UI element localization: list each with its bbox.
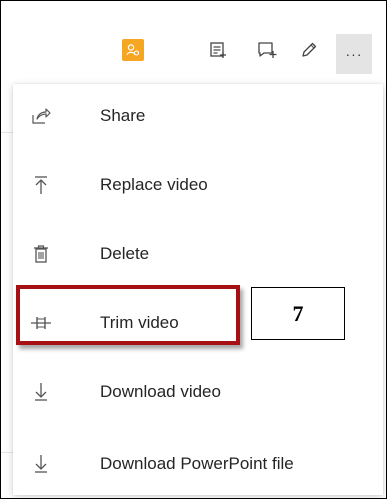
menu-item-download-powerpoint[interactable]: Download PowerPoint file	[13, 434, 383, 494]
menu-item-label: Download video	[100, 382, 221, 401]
trim-video-highlight	[16, 285, 240, 345]
menu-item-delete[interactable]: Delete	[13, 224, 383, 284]
menu-item-label: Replace video	[100, 175, 208, 194]
download-icon	[27, 378, 55, 406]
menu-item-replace-video[interactable]: Replace video	[13, 155, 383, 215]
comment-add-icon[interactable]	[252, 35, 282, 65]
screenshot-frame: ··· Share Replace video Delete Trim vide…	[0, 0, 387, 499]
upload-icon	[27, 171, 55, 199]
background-divider	[1, 132, 13, 133]
menu-item-label: Share	[100, 106, 146, 125]
background-divider	[1, 452, 13, 453]
toolbar: ···	[1, 1, 386, 83]
trash-icon	[27, 240, 55, 268]
menu-item-share[interactable]: Share	[13, 86, 383, 146]
menu-item-label: Delete	[100, 244, 150, 263]
menu-item-label: Download PowerPoint file	[100, 454, 294, 473]
more-options-icon: ···	[345, 46, 363, 62]
share-icon	[27, 102, 55, 130]
menu-item-download-video[interactable]: Download video	[13, 362, 383, 422]
pencil-icon[interactable]	[294, 35, 324, 65]
more-options-button[interactable]: ···	[336, 34, 372, 74]
step-number: 7	[292, 300, 304, 326]
person-badge-icon[interactable]	[122, 39, 144, 61]
step-number-callout: 7	[251, 287, 345, 340]
download-icon	[27, 450, 55, 478]
notes-list-icon[interactable]	[203, 35, 233, 65]
